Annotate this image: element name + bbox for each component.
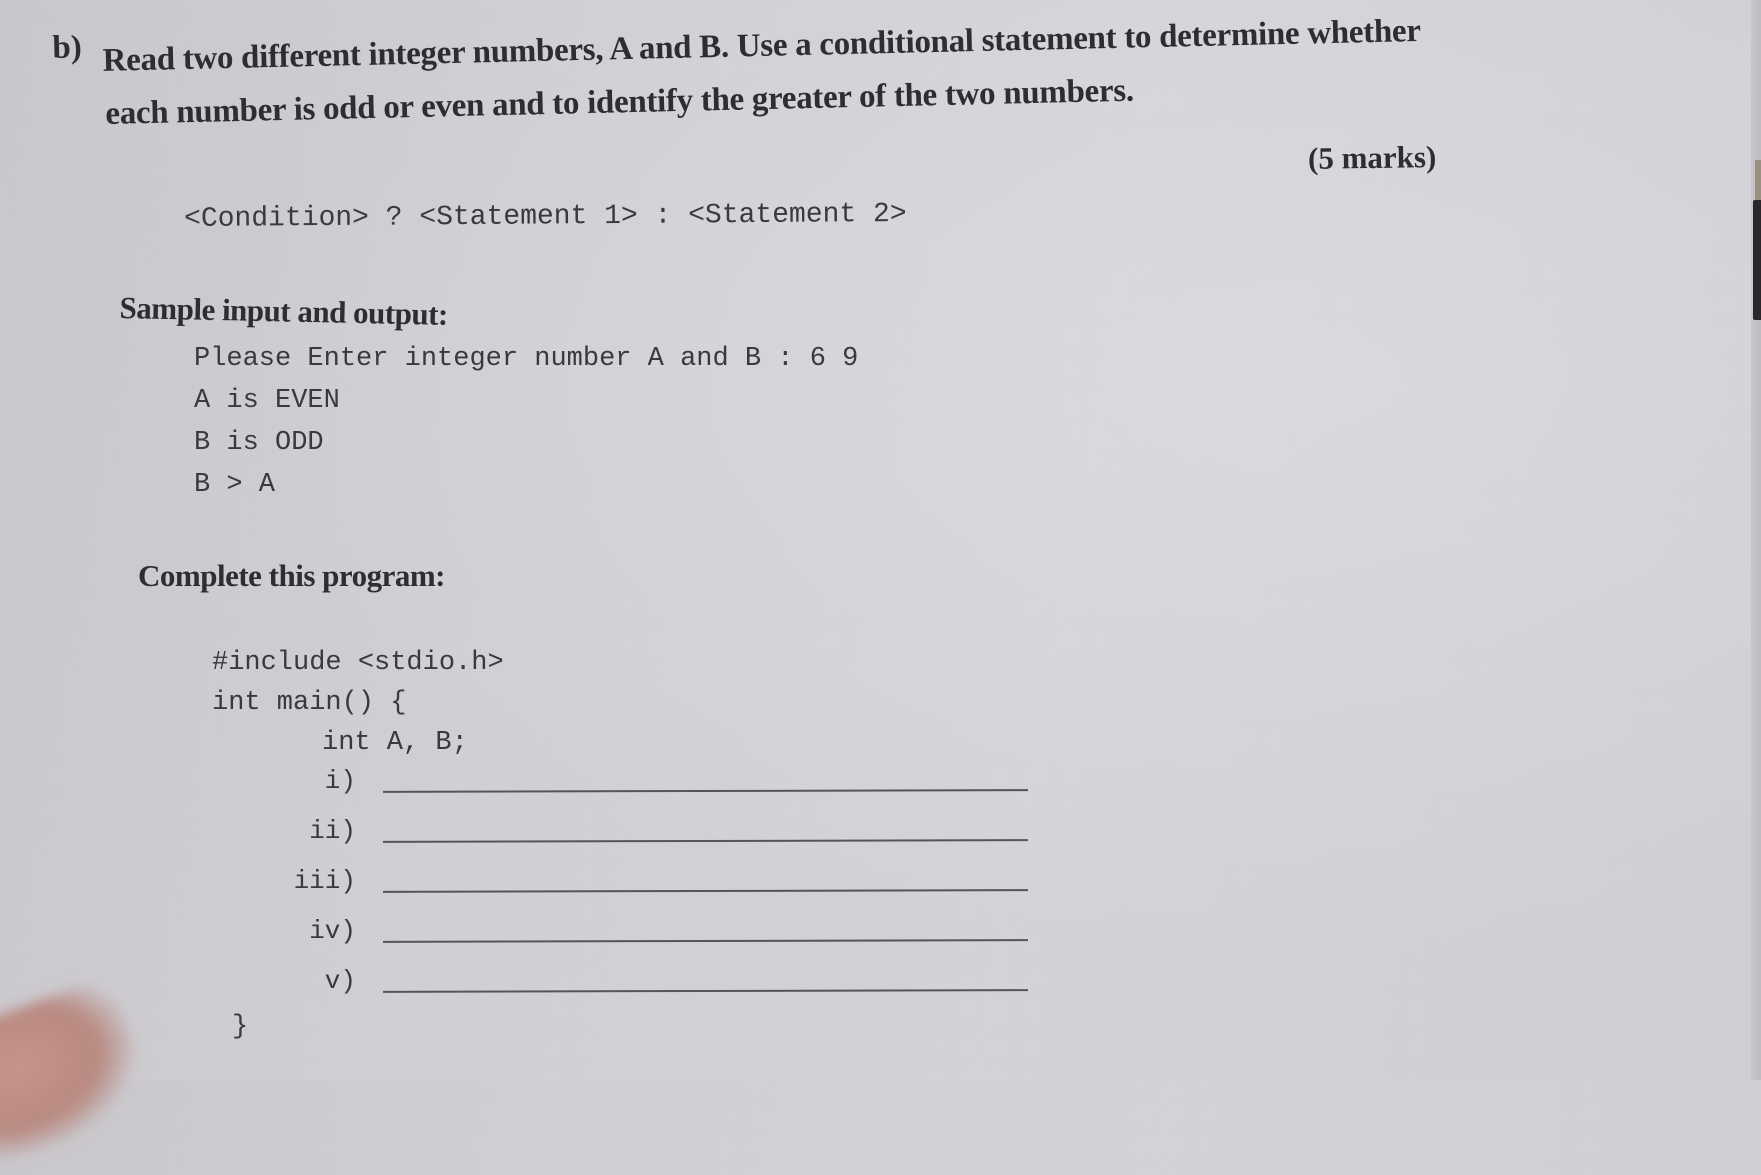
sample-output-line: B > A xyxy=(194,470,276,500)
answer-blank-i[interactable] xyxy=(382,789,1029,793)
blank-label: i) xyxy=(324,766,356,796)
background-object xyxy=(1753,200,1761,320)
code-line-main: int main() { xyxy=(212,688,407,718)
blank-label: v) xyxy=(324,966,356,996)
sample-output-line: A is EVEN xyxy=(194,386,340,416)
blank-label: ii) xyxy=(309,816,356,846)
blank-row: i) xyxy=(0,766,1100,806)
blank-row: ii) xyxy=(0,816,1100,856)
background-object xyxy=(1755,160,1761,205)
sample-output-line: Please Enter integer number A and B : 6 … xyxy=(194,344,859,374)
blank-label: iv) xyxy=(309,916,356,946)
blank-row: v) xyxy=(0,966,1100,1006)
sample-output-line: B is ODD xyxy=(194,428,324,458)
code-line-declare: int A, B; xyxy=(322,728,468,758)
ternary-syntax: <Condition> ? <Statement 1> : <Statement… xyxy=(184,198,907,235)
question-text-line1: Read two different integer numbers, A an… xyxy=(102,12,1422,79)
question-text-line2: each number is odd or even and to identi… xyxy=(105,72,1135,132)
answer-blank-ii[interactable] xyxy=(382,839,1029,843)
blank-row: iii) xyxy=(0,866,1100,906)
answer-blank-iii[interactable] xyxy=(382,889,1029,893)
answer-blank-iv[interactable] xyxy=(382,939,1029,943)
marks-label: (5 marks) xyxy=(1307,139,1437,176)
answer-blank-v[interactable] xyxy=(382,989,1029,993)
sample-title: Sample input and output: xyxy=(119,290,449,332)
program-title: Complete this program: xyxy=(138,558,446,593)
blank-label: iii) xyxy=(293,866,356,896)
code-line-closing-brace: } xyxy=(232,1012,249,1042)
blank-row: iv) xyxy=(0,916,1100,956)
question-label: b) xyxy=(51,29,83,66)
code-line-include: #include <stdio.h> xyxy=(212,648,504,678)
